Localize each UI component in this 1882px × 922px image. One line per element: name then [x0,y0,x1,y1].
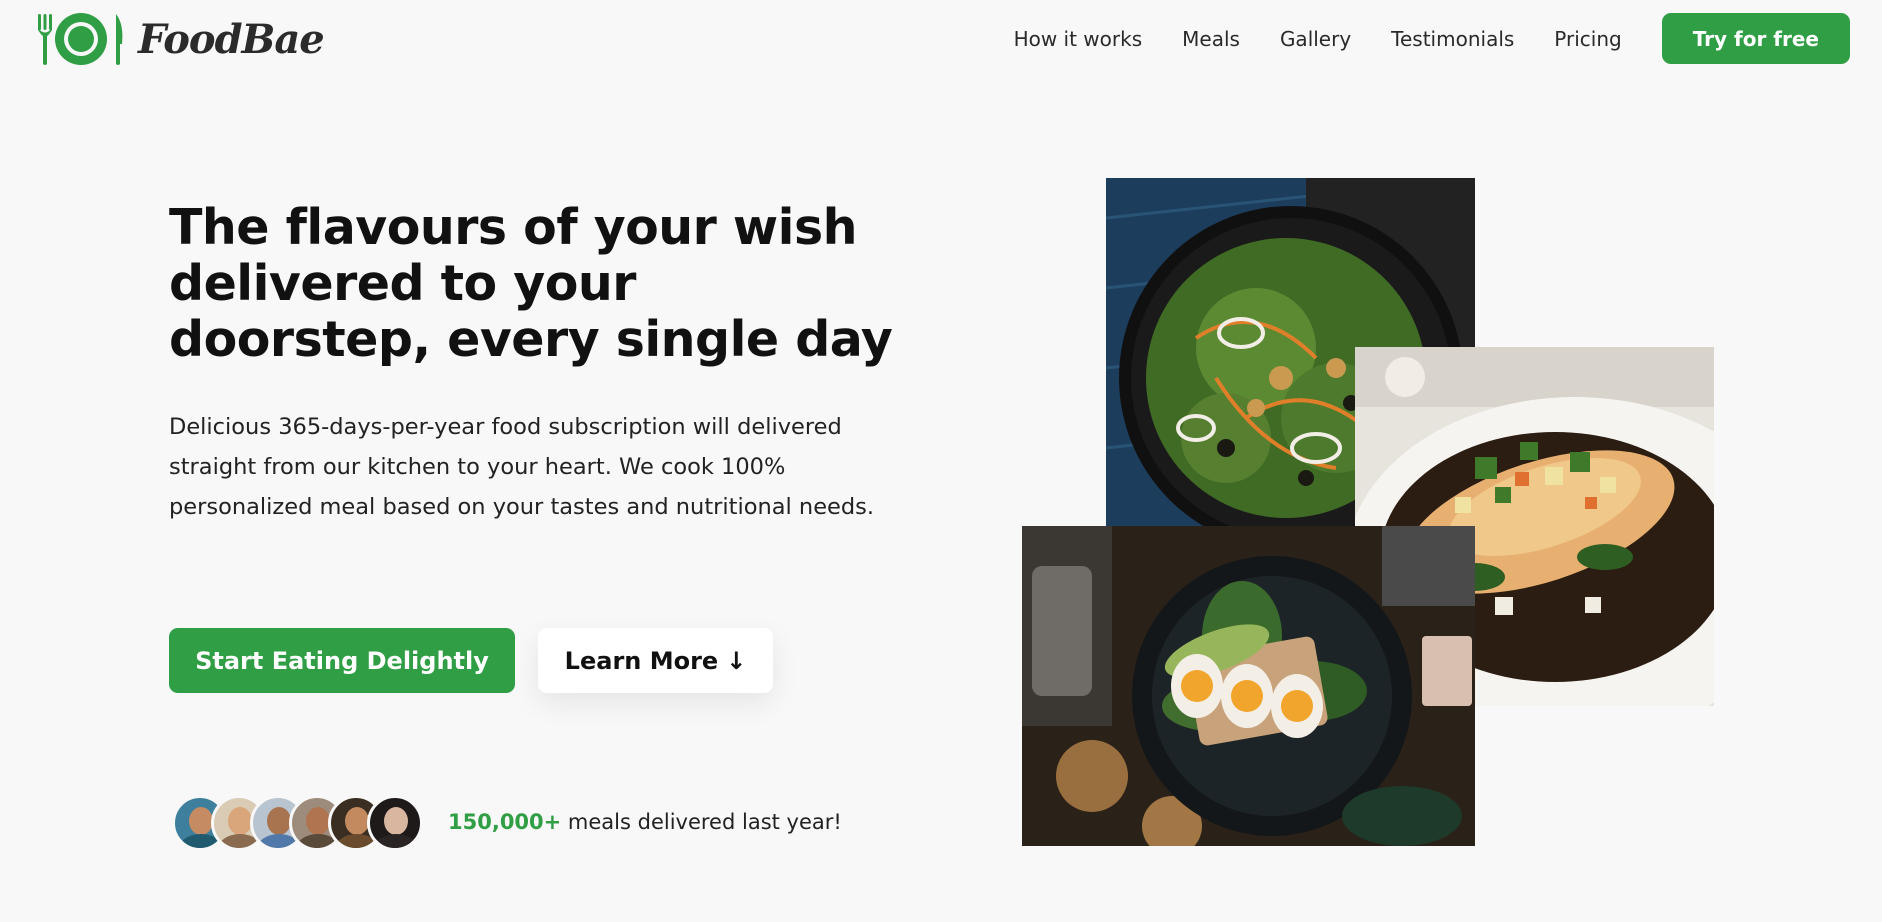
nav-link-how-it-works[interactable]: How it works [1014,27,1143,51]
meals-delivered-count: 150,000+ [448,810,562,834]
hero-title: The flavours of your wish delivered to y… [169,199,893,368]
try-for-free-button[interactable]: Try for free [1661,13,1850,64]
meals-delivered-stat: 150,000+ meals delivered last year! [448,807,842,837]
hero-description: Delicious 365-days-per-year food subscri… [169,414,875,520]
meals-delivered-text: meals delivered last year! [561,810,842,834]
start-eating-button[interactable]: Start Eating Delightly [169,628,515,693]
nav-link-pricing[interactable]: Pricing [1554,27,1621,51]
avatar [367,795,423,851]
nav-link-gallery[interactable]: Gallery [1280,27,1351,51]
brand-name: FoodBae [138,15,325,63]
plate-fork-knife-icon [38,13,123,65]
site-header: FoodBae How it works Meals Gallery Testi… [0,0,1882,78]
nav-link-testimonials[interactable]: Testimonials [1391,27,1514,51]
eggs-image [1022,526,1475,846]
main-nav: How it works Meals Gallery Testimonials … [1014,13,1850,64]
learn-more-label: Learn More [564,646,719,675]
customer-avatars [172,795,423,851]
nav-link-meals[interactable]: Meals [1182,27,1240,51]
brand-logo[interactable]: FoodBae [36,10,325,68]
arrow-down-icon: ↓ [726,646,747,675]
learn-more-button[interactable]: Learn More ↓ [538,628,773,693]
